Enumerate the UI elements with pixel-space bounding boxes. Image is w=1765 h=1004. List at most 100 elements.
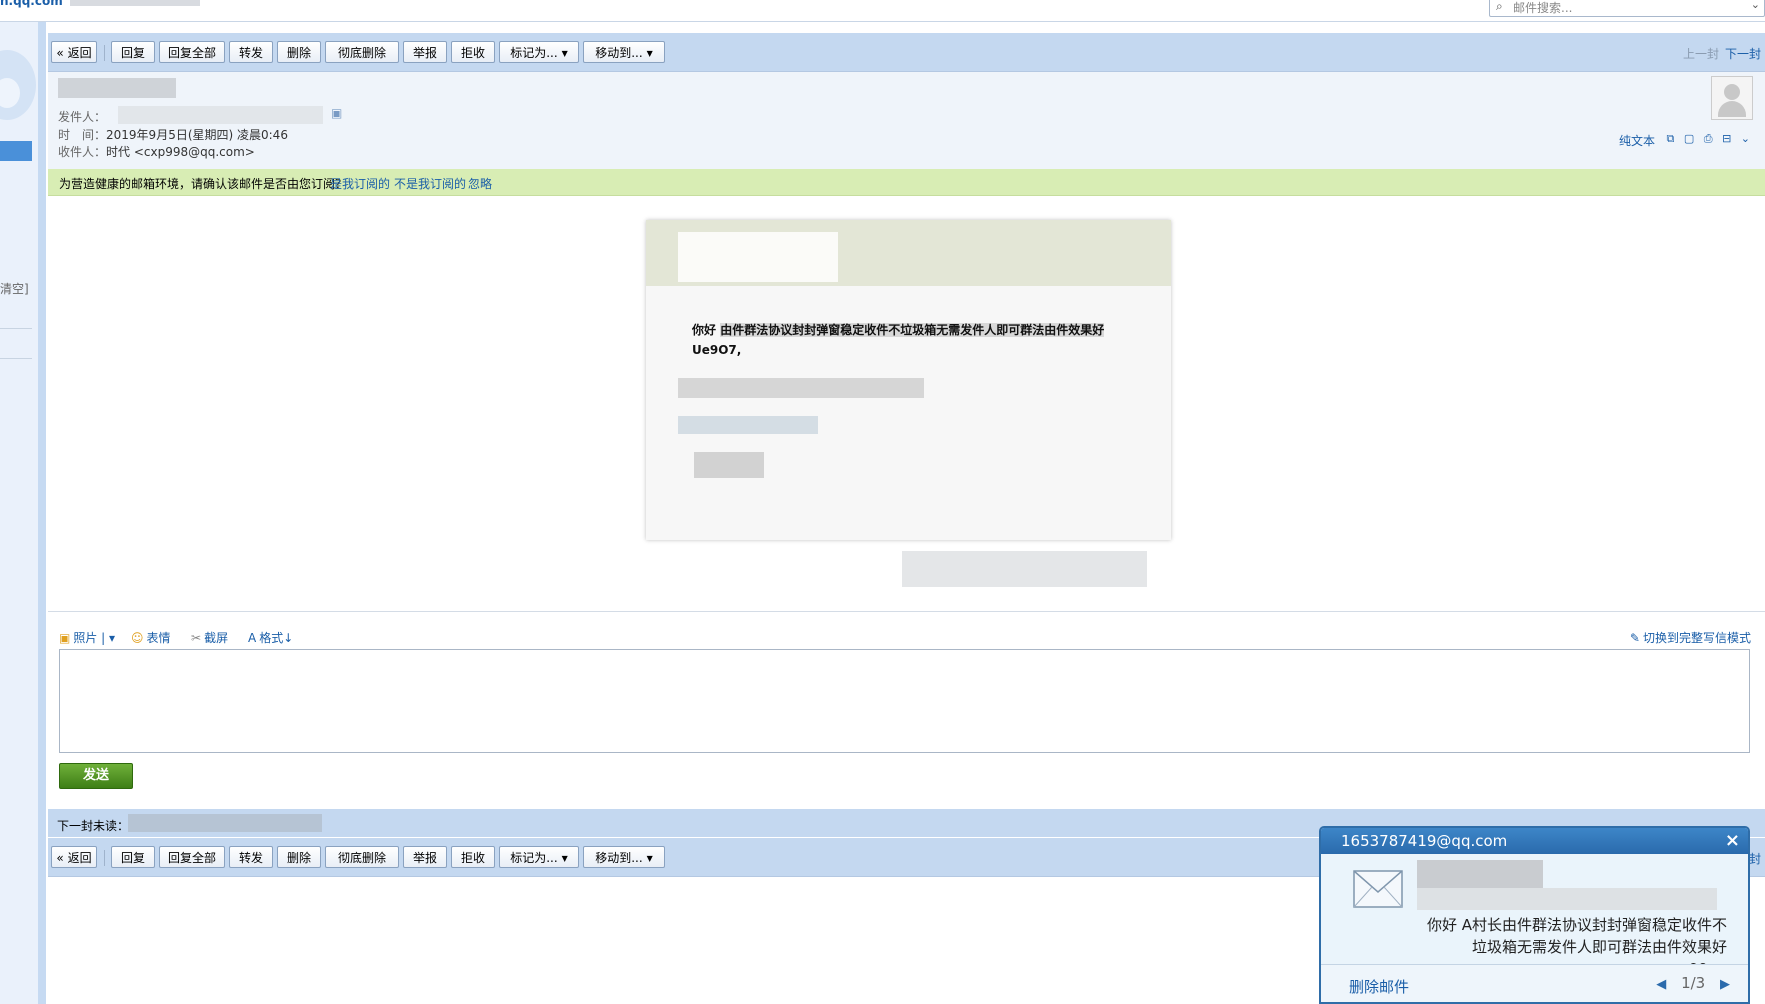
delete-mail-link[interactable]: 删除邮件	[1349, 976, 1409, 997]
toolbar-divider	[104, 850, 105, 866]
mark-as-label: 标记为...	[510, 851, 558, 865]
back-button[interactable]: « 返回	[51, 846, 97, 868]
to-row: 收件人：时代 <cxp998@qq.com>	[58, 143, 255, 160]
redacted-next-subject[interactable]	[128, 814, 322, 832]
notification-header: 1653787419@qq.com ×	[1321, 828, 1748, 854]
edit-icon: ✎	[1629, 631, 1640, 645]
next-arrow-icon[interactable]: ▶	[1720, 977, 1730, 992]
delete-permanent-button[interactable]: 彻底删除	[325, 846, 399, 868]
avatar-head	[1724, 84, 1740, 100]
switch-mode-label: 切换到完整写信模式	[1642, 631, 1751, 645]
notification-footer: 删除邮件 ◀ 1/3 ▶	[1321, 964, 1748, 1002]
emoji-icon: ☺	[131, 631, 144, 645]
format-label: 格式↓	[259, 631, 294, 645]
ignore-link[interactable]: 忽略	[468, 175, 492, 192]
mark-as-dropdown[interactable]: 标记为... ▼	[499, 846, 579, 868]
forward-button[interactable]: 转发	[229, 41, 273, 63]
mark-as-dropdown[interactable]: 标记为... ▼	[499, 41, 579, 63]
switch-full-compose-link[interactable]: ✎ 切换到完整写信模式	[1630, 629, 1751, 646]
sender-avatar[interactable]	[1711, 76, 1753, 120]
time-row: 时 间：2019年9月5日(星期四) 凌晨0:46	[58, 126, 288, 143]
quick-reply-area: ▣ 照片 | ▾ ☺ 表情 ✂ 截屏 A 格式↓ ✎ 切换到完整写信模式 发送	[48, 611, 1765, 811]
move-to-label: 移动到...	[595, 46, 643, 60]
to-label: 收件人：	[58, 145, 107, 159]
site-logo-text[interactable]: n.qq.com	[0, 0, 63, 8]
view-options-icons[interactable]: ⧉ ▢ ⎙ ⊟ ⌄	[1667, 132, 1753, 146]
reply-button[interactable]: 回复	[111, 846, 155, 868]
caret-down-icon: ▼	[561, 49, 568, 58]
next-mail-link[interactable]: 下一封	[1725, 45, 1761, 62]
reply-divider	[48, 611, 1765, 612]
greeting-text: 你好	[692, 323, 721, 337]
notification-pager: ◀ 1/3 ▶	[1656, 974, 1730, 992]
redacted-footer	[902, 551, 1147, 587]
emoji-tool[interactable]: ☺ 表情	[131, 629, 171, 646]
contact-card-icon[interactable]: ▣	[331, 106, 342, 120]
subscribed-yes-link[interactable]: 是我订阅的	[330, 175, 390, 192]
chevron-down-icon[interactable]: ⌄	[1751, 0, 1760, 11]
mark-as-label: 标记为...	[510, 46, 558, 60]
redacted-notification-line	[1417, 888, 1717, 910]
pager-count: 1/3	[1681, 974, 1706, 992]
delete-button[interactable]: 删除	[277, 41, 321, 63]
caret-down-icon: ▼	[646, 854, 653, 863]
photo-icon: ▣	[59, 631, 71, 645]
greeting-code: Ue9O7,	[692, 343, 742, 357]
screenshot-icon: ✂	[191, 631, 202, 645]
from-label: 发件人：	[58, 110, 107, 124]
reply-all-button[interactable]: 回复全部	[159, 846, 225, 868]
greeting-highlight: 由件群法协议封封弹窗稳定收件不垃圾箱无需发件人即可群法由件效果好	[720, 323, 1105, 337]
plain-text-link[interactable]: 纯文本	[1619, 132, 1655, 149]
subscription-prompt: 为营造健康的邮箱环境，请确认该邮件是否由您订阅？	[59, 177, 348, 191]
sidebar-clear-link[interactable]: 清空]	[0, 280, 29, 297]
reply-button[interactable]: 回复	[111, 41, 155, 63]
forward-button[interactable]: 转发	[229, 846, 273, 868]
top-bar: n.qq.com ⌕ 邮件搜索... ⌄	[0, 0, 1765, 22]
mail-content-card: 你好 由件群法协议封封弹窗稳定收件不垃圾箱无需发件人即可群法由件效果好 Ue9O…	[646, 220, 1171, 540]
search-placeholder: 邮件搜索...	[1513, 1, 1573, 15]
mail-greeting: 你好 由件群法协议封封弹窗稳定收件不垃圾箱无需发件人即可群法由件效果好 Ue9O…	[692, 320, 1112, 360]
sidebar-splitter[interactable]	[38, 22, 46, 1004]
report-button[interactable]: 举报	[403, 41, 447, 63]
back-button[interactable]: « 返回	[51, 41, 97, 63]
mail-toolbar-top: « 返回 回复 回复全部 转发 删除 彻底删除 举报 拒收 标记为... ▼ 移动…	[48, 33, 1765, 72]
prev-arrow-icon[interactable]: ◀	[1656, 977, 1666, 992]
format-icon: A	[248, 631, 257, 645]
mail-header: 发件人： ▣ 时 间：2019年9月5日(星期四) 凌晨0:46 收件人：时代 …	[48, 72, 1765, 169]
reject-button[interactable]: 拒收	[451, 41, 495, 63]
reject-button[interactable]: 拒收	[451, 846, 495, 868]
screenshot-tool[interactable]: ✂ 截屏	[191, 629, 228, 646]
move-to-dropdown[interactable]: 移动到... ▼	[583, 41, 665, 63]
search-icon: ⌕	[1496, 0, 1503, 13]
mail-search-input[interactable]: ⌕ 邮件搜索... ⌄	[1489, 0, 1765, 17]
delete-button[interactable]: 删除	[277, 846, 321, 868]
close-icon[interactable]: ×	[1725, 830, 1740, 851]
time-label: 时 间：	[58, 128, 107, 142]
to-value[interactable]: 时代 <cxp998@qq.com>	[106, 145, 255, 159]
screenshot-label: 截屏	[204, 631, 229, 645]
redacted-line	[694, 452, 764, 478]
format-tool[interactable]: A 格式↓	[248, 629, 293, 646]
report-button[interactable]: 举报	[403, 846, 447, 868]
subscription-confirm-bar: 为营造健康的邮箱环境，请确认该邮件是否由您订阅？ 是我订阅的 不是我订阅的 忽略	[48, 169, 1765, 196]
delete-permanent-button[interactable]: 彻底删除	[325, 41, 399, 63]
reply-textarea[interactable]	[59, 649, 1750, 753]
sidebar-item-inbox[interactable]	[0, 141, 32, 161]
send-button[interactable]: 发送	[59, 763, 133, 789]
photo-tool[interactable]: ▣ 照片 | ▾	[59, 629, 115, 646]
mail-body: 你好 由件群法协议封封弹窗稳定收件不垃圾箱无需发件人即可群法由件效果好 Ue9O…	[48, 196, 1765, 606]
subscribed-no-link[interactable]: 不是我订阅的	[394, 175, 466, 192]
card-banner-image	[646, 220, 1171, 286]
emoji-label: 表情	[146, 631, 171, 645]
time-value: 2019年9月5日(星期四) 凌晨0:46	[106, 128, 288, 142]
prev-mail-link[interactable]: 上一封	[1683, 45, 1719, 62]
reply-all-button[interactable]: 回复全部	[159, 41, 225, 63]
redacted-banner	[678, 232, 838, 282]
notification-sender: 1653787419@qq.com	[1341, 832, 1508, 850]
sidebar-divider	[0, 358, 32, 359]
redacted-account-name	[70, 0, 200, 6]
caret-down-icon: ▼	[561, 854, 568, 863]
caret-down-icon: ▼	[646, 49, 653, 58]
redacted-sender	[118, 106, 323, 124]
move-to-dropdown[interactable]: 移动到... ▼	[583, 846, 665, 868]
